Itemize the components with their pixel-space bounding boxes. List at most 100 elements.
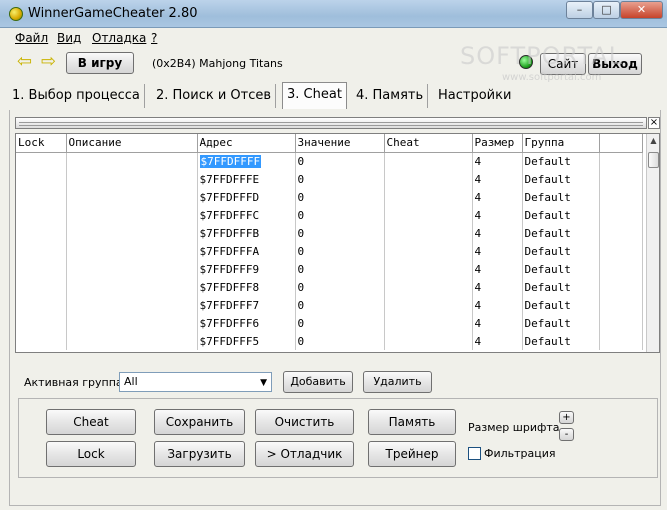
table-cell-value[interactable]: 0	[295, 278, 385, 296]
table-cell-value[interactable]: 0	[295, 314, 385, 332]
table-cell-size[interactable]: 4	[472, 152, 523, 170]
table-row[interactable]: $7FFDFFF8 0 4 Default	[16, 278, 643, 296]
scroll-thumb[interactable]	[648, 152, 659, 168]
game-button[interactable]: В игру	[66, 52, 134, 74]
debugger-button[interactable]: > Отладчик	[255, 441, 354, 467]
table-cell-desc[interactable]	[66, 224, 198, 242]
tab-process-select[interactable]: 1. Выбор процесса	[8, 84, 145, 108]
table-cell-desc[interactable]	[66, 242, 198, 260]
exit-button[interactable]: Выход	[588, 53, 642, 75]
table-cell-cheat[interactable]	[384, 170, 473, 188]
table-cell-desc[interactable]	[66, 170, 198, 188]
table-cell-value[interactable]: 0	[295, 332, 385, 350]
table-cell-addr[interactable]: $7FFDFFF5	[197, 332, 296, 350]
table-cell-lock[interactable]	[16, 296, 67, 314]
table-cell-addr[interactable]: $7FFDFFFF	[197, 152, 296, 170]
table-cell-lock[interactable]	[16, 278, 67, 296]
table-cell-group[interactable]: Default	[522, 242, 600, 260]
tab-search[interactable]: 2. Поиск и Отсев	[152, 84, 277, 108]
table-row[interactable]: $7FFDFFFF 0 4 Default	[16, 152, 643, 170]
table-cell-value[interactable]: 0	[295, 170, 385, 188]
table-cell-addr[interactable]: $7FFDFFFA	[197, 242, 296, 260]
table-cell-size[interactable]: 4	[472, 242, 523, 260]
menu-view[interactable]: Вид	[57, 31, 81, 45]
table-row[interactable]: $7FFDFFFC 0 4 Default	[16, 206, 643, 224]
cheat-button[interactable]: Cheat	[46, 409, 136, 435]
table-cell-group[interactable]: Default	[522, 170, 600, 188]
menu-debug[interactable]: Отладка	[92, 31, 146, 45]
table-row[interactable]: $7FFDFFFA 0 4 Default	[16, 242, 643, 260]
table-row[interactable]: $7FFDFFF9 0 4 Default	[16, 260, 643, 278]
maximize-button[interactable]: □	[593, 1, 620, 19]
table-row[interactable]: $7FFDFFF7 0 4 Default	[16, 296, 643, 314]
table-cell-group[interactable]: Default	[522, 278, 600, 296]
tab-cheat[interactable]: 3. Cheat	[282, 82, 347, 109]
site-button[interactable]: Сайт	[540, 53, 586, 75]
table-cell-cheat[interactable]	[384, 152, 473, 170]
table-cell-size[interactable]: 4	[472, 260, 523, 278]
table-cell-group[interactable]: Default	[522, 224, 600, 242]
column-header-group[interactable]: Группа	[522, 134, 600, 153]
table-cell-value[interactable]: 0	[295, 152, 385, 170]
table-cell-lock[interactable]	[16, 224, 67, 242]
table-cell-lock[interactable]	[16, 170, 67, 188]
table-cell-value[interactable]: 0	[295, 296, 385, 314]
table-cell-cheat[interactable]	[384, 296, 473, 314]
table-cell-lock[interactable]	[16, 152, 67, 170]
tab-memory[interactable]: 4. Память	[352, 84, 429, 108]
memory-button[interactable]: Память	[368, 409, 456, 435]
table-cell-addr[interactable]: $7FFDFFFE	[197, 170, 296, 188]
arrow-right-icon[interactable]: ⇨	[41, 53, 59, 71]
table-cell-desc[interactable]	[66, 278, 198, 296]
table-cell-cheat[interactable]	[384, 332, 473, 350]
table-cell-size[interactable]: 4	[472, 278, 523, 296]
splitter-handle[interactable]	[15, 117, 647, 129]
cheat-table[interactable]: Lock Описание Адрес Значение Cheat Разме…	[15, 133, 660, 353]
table-cell-addr[interactable]: $7FFDFFF6	[197, 314, 296, 332]
table-cell-lock[interactable]	[16, 206, 67, 224]
font-decrease-button[interactable]: -	[559, 428, 574, 441]
lock-button[interactable]: Lock	[46, 441, 136, 467]
add-group-button[interactable]: Добавить	[283, 371, 353, 393]
table-cell-desc[interactable]	[66, 206, 198, 224]
table-cell-size[interactable]: 4	[472, 314, 523, 332]
table-row[interactable]: $7FFDFFFB 0 4 Default	[16, 224, 643, 242]
close-button[interactable]: ✕	[620, 1, 663, 19]
table-cell-lock[interactable]	[16, 242, 67, 260]
table-cell-value[interactable]: 0	[295, 260, 385, 278]
clear-button[interactable]: Очистить	[255, 409, 354, 435]
table-cell-addr[interactable]: $7FFDFFFD	[197, 188, 296, 206]
table-cell-cheat[interactable]	[384, 206, 473, 224]
table-cell-desc[interactable]	[66, 332, 198, 350]
menu-help[interactable]: ?	[151, 31, 157, 45]
table-row[interactable]: $7FFDFFF5 0 4 Default	[16, 332, 643, 350]
table-cell-group[interactable]: Default	[522, 206, 600, 224]
table-cell-value[interactable]: 0	[295, 188, 385, 206]
table-cell-value[interactable]: 0	[295, 206, 385, 224]
table-cell-cheat[interactable]	[384, 278, 473, 296]
scroll-up-icon[interactable]: ▲	[647, 134, 659, 148]
table-cell-group[interactable]: Default	[522, 152, 600, 170]
table-cell-addr[interactable]: $7FFDFFF9	[197, 260, 296, 278]
table-cell-size[interactable]: 4	[472, 188, 523, 206]
column-header-cheat[interactable]: Cheat	[384, 134, 473, 153]
table-cell-size[interactable]: 4	[472, 170, 523, 188]
table-cell-cheat[interactable]	[384, 260, 473, 278]
table-cell-lock[interactable]	[16, 314, 67, 332]
filter-checkbox[interactable]	[468, 447, 481, 460]
table-cell-group[interactable]: Default	[522, 314, 600, 332]
table-cell-size[interactable]: 4	[472, 206, 523, 224]
menu-file[interactable]: Файл	[15, 31, 48, 45]
table-cell-cheat[interactable]	[384, 242, 473, 260]
delete-group-button[interactable]: Удалить	[363, 371, 432, 393]
table-cell-size[interactable]: 4	[472, 224, 523, 242]
font-increase-button[interactable]: +	[559, 411, 574, 424]
table-cell-cheat[interactable]	[384, 188, 473, 206]
table-cell-desc[interactable]	[66, 296, 198, 314]
table-cell-size[interactable]: 4	[472, 332, 523, 350]
vertical-scrollbar[interactable]: ▲	[646, 134, 659, 352]
column-header-description[interactable]: Описание	[66, 134, 198, 153]
table-cell-group[interactable]: Default	[522, 296, 600, 314]
table-cell-desc[interactable]	[66, 152, 198, 170]
table-cell-addr[interactable]: $7FFDFFF8	[197, 278, 296, 296]
